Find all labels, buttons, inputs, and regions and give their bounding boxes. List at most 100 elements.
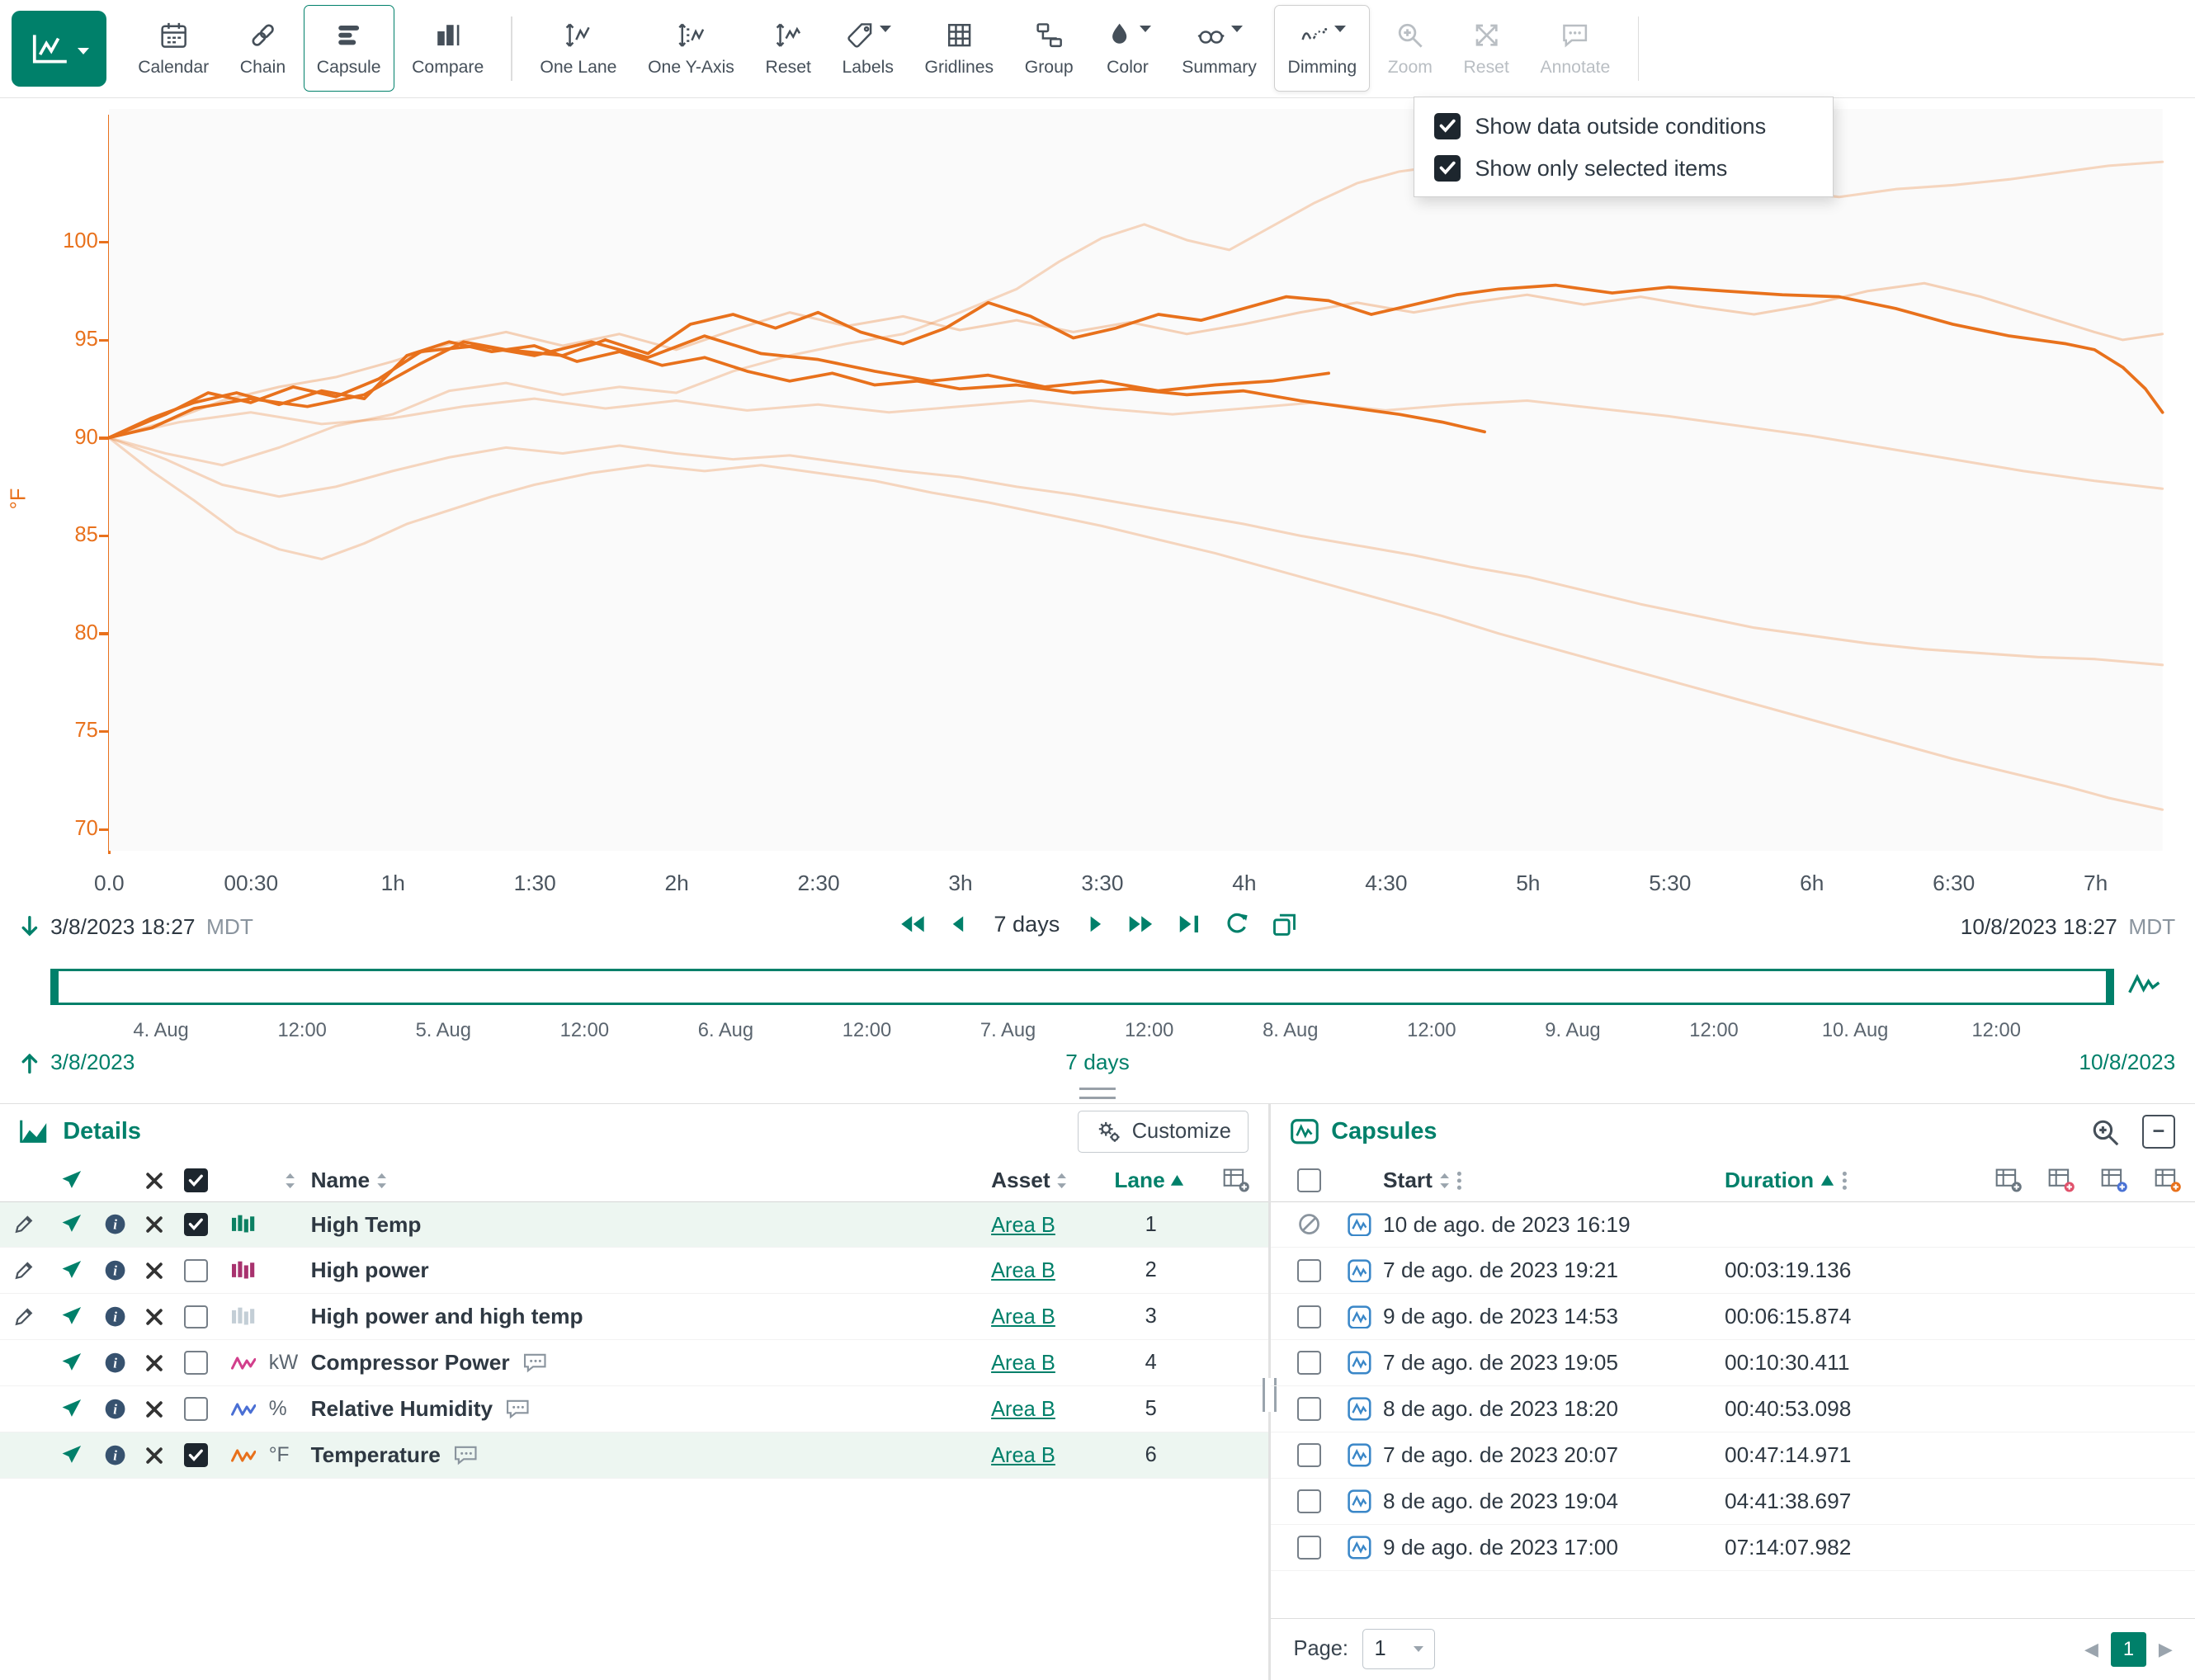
sort-ascending-icon[interactable] [1170, 1175, 1184, 1187]
step-forward-half-button[interactable] [1089, 914, 1105, 934]
asset-link[interactable]: Area B [991, 1444, 1055, 1467]
details-row-3[interactable]: ikWCompressor PowerArea B4 [0, 1340, 1268, 1386]
sort-type-control[interactable] [269, 1172, 311, 1190]
toolbar-reset-trend-button[interactable]: Reset [752, 5, 824, 92]
asset-link[interactable]: Area B [991, 1214, 1055, 1237]
column-name-header[interactable]: Name [311, 1168, 371, 1193]
pin-icon[interactable] [60, 1213, 83, 1235]
remove-icon[interactable] [145, 1400, 163, 1418]
annotation-bubble-icon[interactable] [453, 1445, 479, 1465]
info-cell[interactable]: i [95, 1398, 135, 1420]
select-cell[interactable] [173, 1443, 218, 1467]
info-icon[interactable]: i [104, 1305, 126, 1328]
checkbox[interactable] [184, 1305, 208, 1329]
collapse-panel-button[interactable]: − [2142, 1115, 2176, 1149]
select-cell[interactable] [173, 1351, 218, 1375]
dimming-option-selected-items[interactable]: Show only selected items [1434, 155, 1813, 182]
kebab-menu-icon[interactable] [1842, 1171, 1848, 1191]
info-icon[interactable]: i [104, 1398, 126, 1420]
add-column-icon[interactable] [1204, 1168, 1268, 1192]
step-to-now-button[interactable] [1178, 914, 1201, 934]
timeline-range-selector[interactable] [50, 969, 2114, 1005]
add-condition-column-icon[interactable] [2048, 1168, 2075, 1192]
add-stat-column-icon[interactable] [2155, 1168, 2181, 1192]
customize-button[interactable]: Customize [1078, 1111, 1249, 1153]
pin-icon[interactable] [60, 1444, 83, 1466]
pin-icon[interactable] [60, 1305, 83, 1328]
pin-icon[interactable] [60, 1398, 83, 1420]
remove-icon[interactable] [145, 1446, 163, 1465]
zoom-to-capsule-icon[interactable] [2091, 1118, 2119, 1146]
step-back-full-button[interactable] [899, 914, 925, 934]
capsule-row-3[interactable]: 7 de ago. de 2023 19:0500:10:30.411 [1271, 1340, 2195, 1386]
capsule-select-cell[interactable] [1282, 1397, 1335, 1421]
remove-icon[interactable] [145, 1308, 163, 1326]
investigate-range-duration[interactable]: 7 days [1065, 1050, 1129, 1075]
add-column-icon[interactable] [1995, 1168, 2022, 1192]
toolbar-calendar-button[interactable]: Calendar [125, 5, 223, 92]
capsule-row-4[interactable]: 8 de ago. de 2023 18:2000:40:53.098 [1271, 1386, 2195, 1432]
trend-chart[interactable]: Temperature °F 100959085807570 0.000:301… [0, 98, 2195, 908]
copy-range-button[interactable] [1272, 913, 1296, 937]
display-range-end[interactable]: 10/8/2023 18:27 [1961, 914, 2117, 940]
step-forward-full-button[interactable] [1128, 914, 1154, 934]
capsule-row-5[interactable]: 7 de ago. de 2023 20:0700:47:14.971 [1271, 1432, 2195, 1479]
pin-cell[interactable] [48, 1398, 96, 1420]
capsule-row-6[interactable]: 8 de ago. de 2023 19:0404:41:38.697 [1271, 1479, 2195, 1525]
column-start-header[interactable]: Start [1383, 1168, 1433, 1193]
kebab-menu-icon[interactable] [1456, 1171, 1462, 1191]
column-asset-header[interactable]: Asset [991, 1168, 1050, 1193]
remove-cell[interactable] [135, 1400, 174, 1418]
remove-cell[interactable] [135, 1308, 174, 1326]
edit-cell[interactable] [0, 1261, 48, 1281]
pin-cell[interactable] [48, 1305, 96, 1328]
checkbox[interactable] [1297, 1489, 1321, 1513]
remove-icon[interactable] [145, 1354, 163, 1372]
toolbar-color-button[interactable]: Color [1091, 5, 1164, 92]
capsule-row-0[interactable]: 10 de ago. de 2023 16:19 [1271, 1202, 2195, 1248]
toolbar-one-lane-button[interactable]: One Lane [526, 5, 630, 92]
column-lane-header[interactable]: Lane [1114, 1168, 1164, 1193]
details-row-1[interactable]: iHigh powerArea B2 [0, 1248, 1268, 1294]
capsule-select-cell[interactable] [1282, 1536, 1335, 1560]
info-cell[interactable]: i [95, 1305, 135, 1328]
select-cell[interactable] [173, 1397, 218, 1421]
checkbox[interactable] [1297, 1536, 1321, 1560]
auto-update-refresh-button[interactable] [1225, 913, 1249, 937]
remove-cell[interactable] [135, 1215, 174, 1234]
remove-cell[interactable] [135, 1262, 174, 1280]
select-cell[interactable] [173, 1305, 218, 1329]
edit-pencil-icon[interactable] [14, 1307, 34, 1327]
pin-icon[interactable] [60, 1259, 83, 1281]
add-signal-column-icon[interactable] [2101, 1168, 2127, 1192]
sort-icon[interactable] [375, 1172, 388, 1190]
select-all-checkbox[interactable] [173, 1168, 218, 1192]
checkbox[interactable] [1297, 1305, 1321, 1329]
toolbar-group-button[interactable]: Group [1011, 5, 1086, 92]
capsule-select-cell[interactable] [1282, 1305, 1335, 1329]
remove-all-icon[interactable] [135, 1172, 174, 1190]
toolbar-capsule-time-button[interactable]: Capsule [304, 5, 394, 92]
details-row-4[interactable]: i%Relative HumidityArea B5 [0, 1386, 1268, 1432]
info-cell[interactable]: i [95, 1352, 135, 1374]
checkbox[interactable] [184, 1443, 208, 1467]
toolbar-compare-button[interactable]: Compare [399, 5, 498, 92]
sort-icon[interactable] [1438, 1172, 1451, 1190]
edit-pencil-icon[interactable] [14, 1215, 34, 1234]
checkbox[interactable] [184, 1213, 208, 1237]
edit-cell[interactable] [0, 1215, 48, 1234]
info-cell[interactable]: i [95, 1444, 135, 1466]
info-cell[interactable]: i [95, 1259, 135, 1281]
toolbar-chain-button[interactable]: Chain [227, 5, 300, 92]
select-cell[interactable] [173, 1259, 218, 1283]
info-icon[interactable]: i [104, 1259, 126, 1281]
investigate-range-end[interactable]: 10/8/2023 [2079, 1050, 2175, 1075]
capsule-select-cell[interactable] [1282, 1259, 1335, 1283]
info-cell[interactable]: i [95, 1213, 135, 1235]
annotation-bubble-icon[interactable] [522, 1352, 548, 1373]
pin-cell[interactable] [48, 1444, 96, 1466]
checkbox[interactable] [1297, 1351, 1321, 1375]
details-row-0[interactable]: iHigh TempArea B1 [0, 1202, 1268, 1248]
pin-icon[interactable] [60, 1352, 83, 1374]
checkbox[interactable] [1297, 1443, 1321, 1467]
